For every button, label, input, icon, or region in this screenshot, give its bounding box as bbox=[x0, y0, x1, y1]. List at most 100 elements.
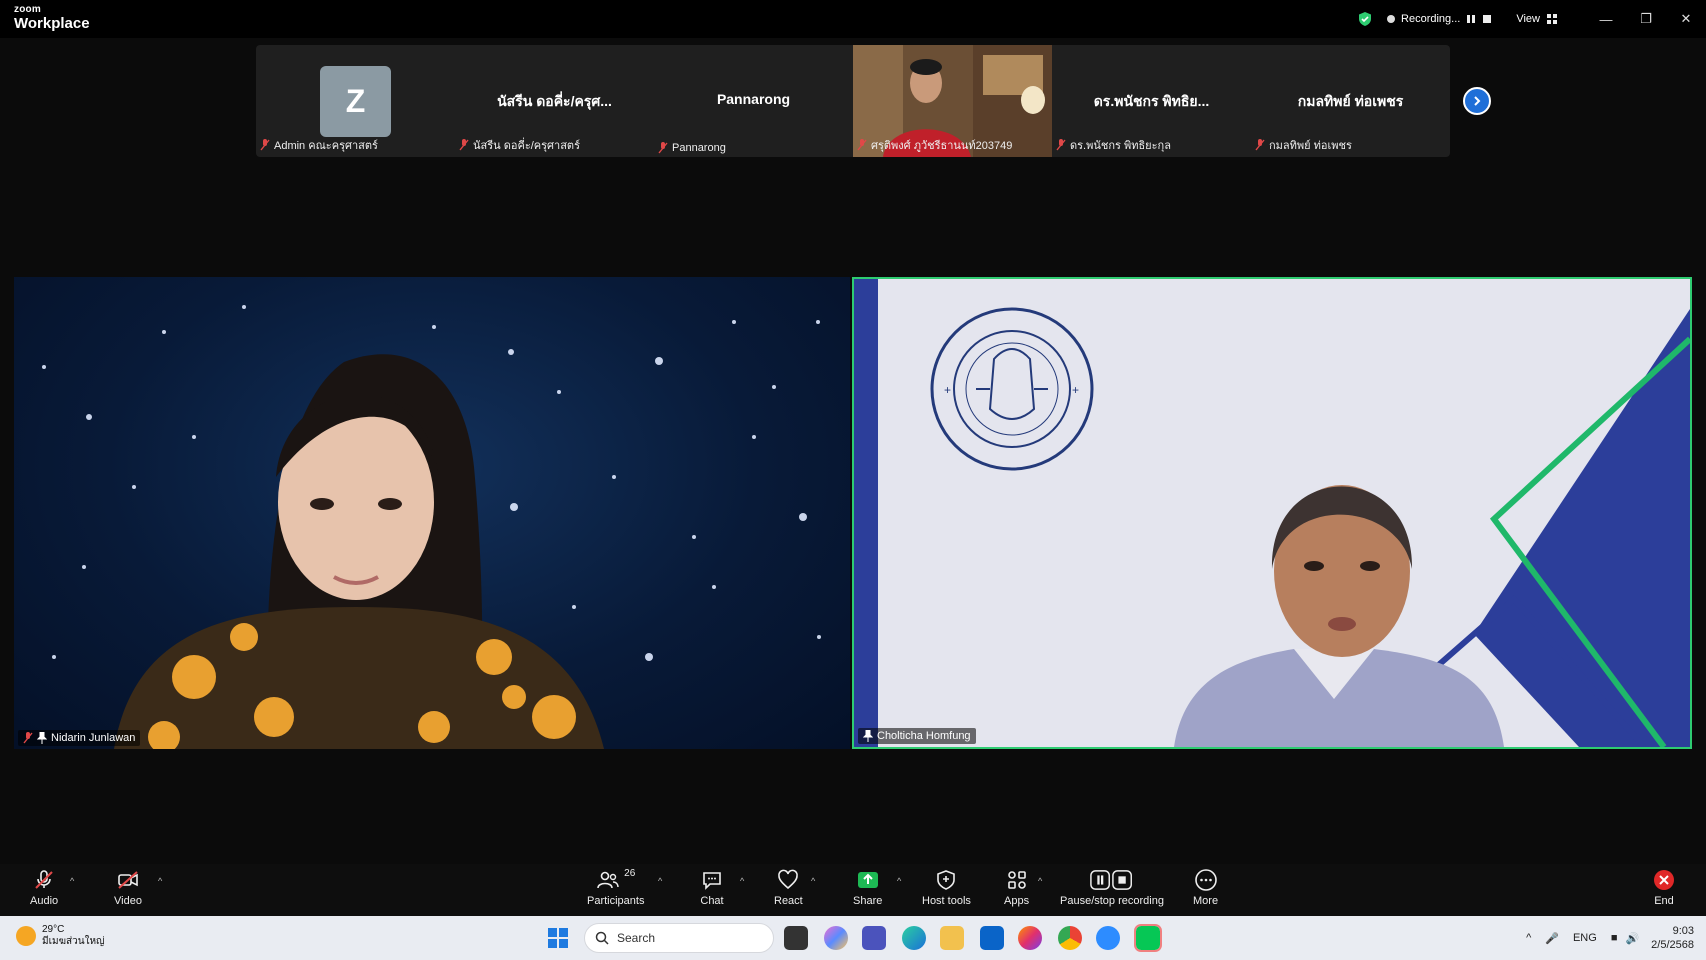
participant-tile[interactable]: ดร.พนัชกร พิทธิย... ดร.พนัชกร พิทธิยะกุล bbox=[1052, 45, 1251, 157]
participant-name: Admin คณะครุศาสตร์ bbox=[274, 140, 378, 152]
host-tools-label: Host tools bbox=[922, 895, 971, 907]
audio-button[interactable]: Audio bbox=[30, 868, 58, 907]
file-explorer-icon[interactable] bbox=[940, 926, 964, 950]
view-label: View bbox=[1516, 13, 1540, 25]
apps-label: Apps bbox=[1004, 895, 1030, 907]
mic-muted-icon bbox=[23, 732, 33, 744]
windows-taskbar: 29°C มีเมฆส่วนใหญ่ Search ^ 🎤 ENG ■ 🔊 9:… bbox=[0, 916, 1706, 960]
participant-video-image: + + bbox=[854, 279, 1690, 747]
stop-recording-icon[interactable] bbox=[1482, 14, 1492, 24]
clock[interactable]: 9:03 2/5/2568 bbox=[1651, 924, 1694, 952]
gallery-next-button[interactable] bbox=[1463, 87, 1491, 115]
participant-tile[interactable]: นัสรีน ดอคี่ะ/ครุศ... นัสรีน ดอคี่ะ/ครุศ… bbox=[455, 45, 654, 157]
encryption-shield-icon[interactable] bbox=[1357, 11, 1373, 27]
participants-button[interactable]: 26 Participants bbox=[587, 868, 644, 907]
apps-options-caret-icon[interactable]: ^ bbox=[1038, 876, 1042, 886]
participants-label: Participants bbox=[587, 895, 645, 907]
gallery-strip: Z Admin คณะครุศาสตร์ นัสรีน ดอคี่ะ/ครุศ.… bbox=[256, 45, 1450, 157]
heart-icon bbox=[778, 869, 799, 890]
participant-caption: Pannarong bbox=[658, 142, 726, 154]
chrome-icon[interactable] bbox=[1058, 926, 1082, 950]
video-options-caret-icon[interactable]: ^ bbox=[158, 876, 162, 886]
shield-icon bbox=[937, 870, 956, 890]
share-button[interactable]: Share bbox=[853, 868, 882, 907]
windows-start-icon[interactable] bbox=[546, 926, 570, 950]
copilot-icon[interactable] bbox=[824, 926, 848, 950]
network-icon[interactable]: ■ bbox=[1611, 932, 1618, 944]
apps-icon bbox=[1007, 871, 1026, 889]
clock-time: 9:03 bbox=[1672, 925, 1694, 937]
participant-caption: Admin คณะครุศาสตร์ bbox=[260, 136, 378, 154]
chat-icon bbox=[703, 872, 721, 890]
audio-options-caret-icon[interactable]: ^ bbox=[70, 876, 74, 886]
outlook-icon[interactable] bbox=[980, 926, 1004, 950]
mic-muted-icon bbox=[459, 139, 469, 151]
weather-temp: 29°C bbox=[42, 924, 65, 935]
recording-controls-icon bbox=[1090, 870, 1132, 890]
participant-caption: นัสรีน ดอคี่ะ/ครุศาสตร์ bbox=[459, 136, 580, 154]
participants-options-caret-icon[interactable]: ^ bbox=[658, 876, 662, 886]
clock-date: 2/5/2568 bbox=[1651, 939, 1694, 951]
view-button[interactable]: View bbox=[1516, 13, 1558, 25]
volume-icon[interactable]: 🔊 bbox=[1625, 932, 1639, 945]
brand-top: zoom bbox=[14, 4, 41, 15]
pause-recording-icon[interactable] bbox=[1466, 14, 1476, 24]
participant-tile[interactable]: Pannarong Pannarong bbox=[654, 45, 853, 157]
edge-browser-icon[interactable] bbox=[902, 926, 926, 950]
chat-label: Chat bbox=[700, 895, 724, 907]
host-tools-button[interactable]: Host tools bbox=[922, 868, 971, 907]
participant-caption: Cholticha Homfung bbox=[858, 728, 976, 744]
pause-stop-recording-button[interactable]: Pause/stop recording bbox=[1060, 868, 1164, 907]
mic-muted-icon bbox=[35, 870, 53, 889]
microphone-icon[interactable]: 🎤 bbox=[1545, 932, 1559, 945]
chevron-up-icon[interactable]: ^ bbox=[1526, 932, 1531, 944]
pause-stop-recording-label: Pause/stop recording bbox=[1060, 895, 1164, 907]
recording-indicator[interactable]: Recording... bbox=[1387, 13, 1492, 25]
participant-name: กมลทิพย์ ท่อเพชร bbox=[1269, 140, 1352, 152]
participant-display-name: กมลทิพย์ ท่อเพชร bbox=[1297, 93, 1404, 109]
apps-button[interactable]: Apps bbox=[1004, 868, 1029, 907]
chat-options-caret-icon[interactable]: ^ bbox=[740, 876, 744, 886]
task-view-icon[interactable] bbox=[784, 926, 808, 950]
restore-icon[interactable]: ❐ bbox=[1626, 0, 1666, 38]
participant-video-image bbox=[42, 305, 821, 749]
video-off-icon bbox=[118, 871, 138, 889]
teams-icon[interactable] bbox=[862, 926, 886, 950]
video-button[interactable]: Video bbox=[114, 868, 142, 907]
audio-label: Audio bbox=[30, 895, 59, 907]
close-icon[interactable]: ✕ bbox=[1666, 0, 1706, 38]
mic-muted-icon bbox=[260, 139, 270, 151]
end-button[interactable]: End bbox=[1652, 868, 1676, 907]
title-bar: zoom Workplace Recording... View — ❐ ✕ bbox=[0, 0, 1706, 38]
participant-name: Cholticha Homfung bbox=[877, 730, 971, 742]
mic-muted-icon bbox=[1056, 139, 1066, 151]
chat-button[interactable]: Chat bbox=[700, 868, 724, 907]
share-options-caret-icon[interactable]: ^ bbox=[897, 876, 901, 886]
system-tray: ^ 🎤 ENG ■ 🔊 9:03 2/5/2568 bbox=[1526, 916, 1706, 960]
firefox-icon[interactable] bbox=[1018, 926, 1042, 950]
participant-video-tile[interactable]: ศรุติพงศ์ ภูวัชรีธานนท์203749 bbox=[853, 45, 1052, 157]
zoom-logo: zoom Workplace bbox=[14, 4, 90, 32]
meeting-toolbar: Audio ^ Video ^ 26 Participants ^ Chat ^… bbox=[0, 864, 1706, 916]
participant-name: Pannarong bbox=[672, 142, 726, 154]
minimize-icon[interactable]: — bbox=[1586, 0, 1626, 38]
grid-icon bbox=[1547, 14, 1557, 24]
language-indicator[interactable]: ENG bbox=[1573, 932, 1597, 944]
participant-tile[interactable]: กมลทิพย์ ท่อเพชร กมลทิพย์ ท่อเพชร bbox=[1251, 45, 1450, 157]
react-button[interactable]: React bbox=[774, 868, 803, 907]
chevron-right-icon bbox=[1474, 96, 1481, 106]
video-tile-left[interactable]: Nidarin Junlawan bbox=[14, 277, 850, 749]
react-options-caret-icon[interactable]: ^ bbox=[811, 876, 815, 886]
more-button[interactable]: More bbox=[1193, 868, 1218, 907]
weather-widget[interactable]: 29°C มีเมฆส่วนใหญ่ bbox=[16, 924, 105, 948]
participant-tile[interactable]: Z Admin คณะครุศาสตร์ bbox=[256, 45, 455, 157]
search-placeholder: Search bbox=[617, 931, 656, 945]
taskbar-search-input[interactable]: Search bbox=[584, 923, 774, 953]
line-app-icon[interactable] bbox=[1134, 924, 1162, 952]
weather-desc: มีเมฆส่วนใหญ่ bbox=[42, 936, 105, 947]
video-tile-right-active-speaker[interactable]: + + Cholticha Homfung bbox=[852, 277, 1692, 749]
avatar: Z bbox=[320, 66, 391, 137]
participant-caption: กมลทิพย์ ท่อเพชร bbox=[1255, 136, 1352, 154]
zoom-app-icon[interactable] bbox=[1096, 926, 1120, 950]
participant-display-name: นัสรีน ดอคี่ะ/ครุศ... bbox=[497, 93, 612, 109]
